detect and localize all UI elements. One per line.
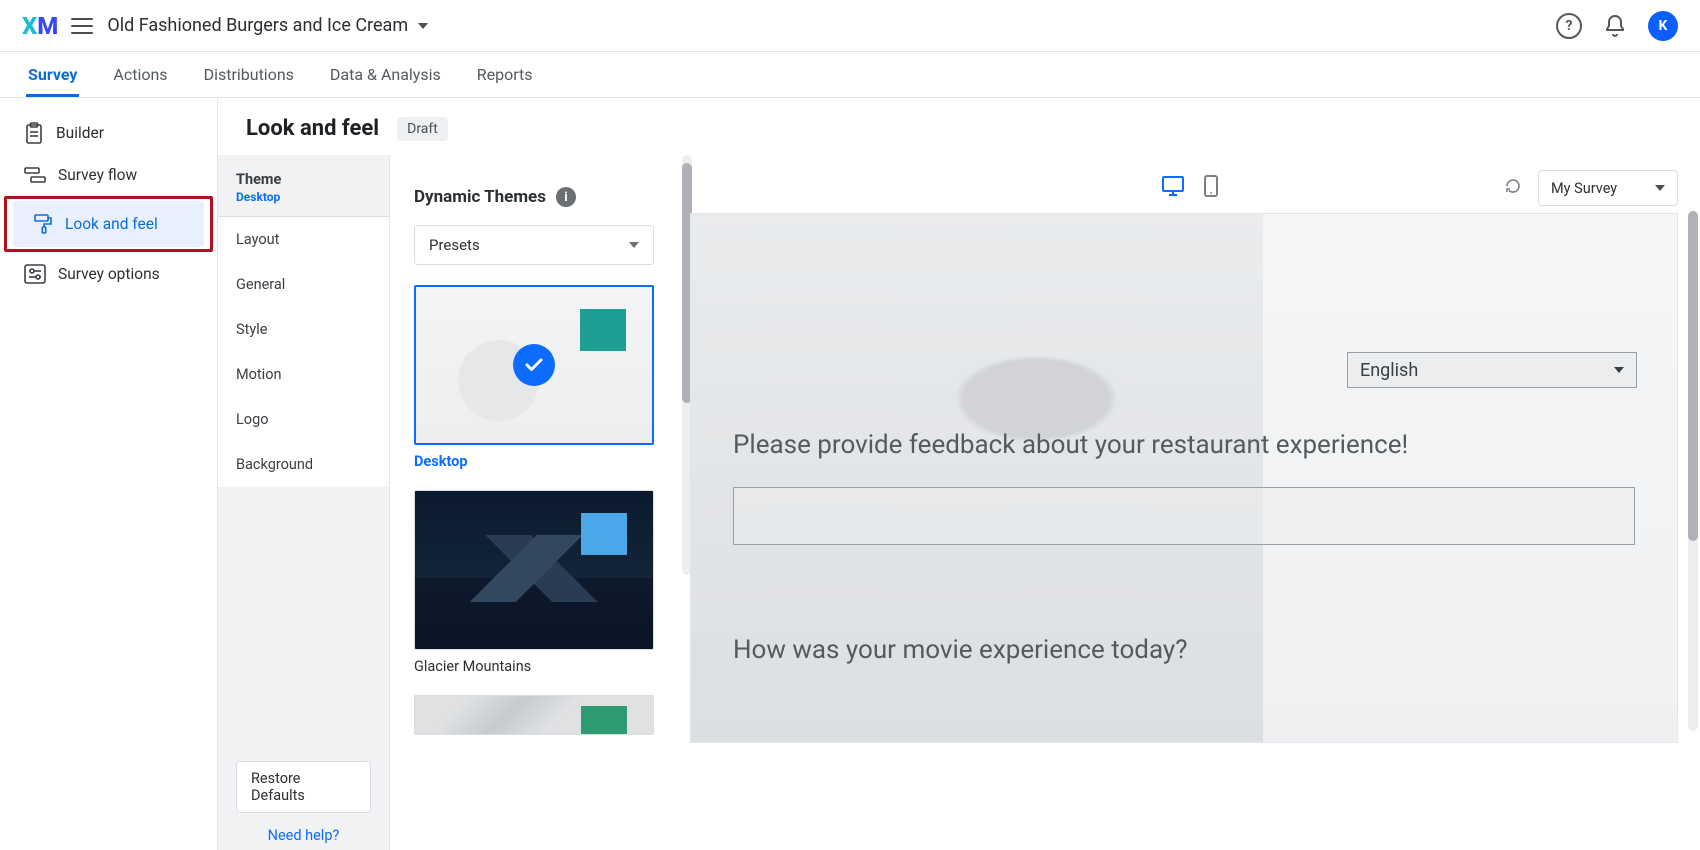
chevron-down-icon [1655,185,1665,191]
theme-label-desktop: Desktop [414,445,654,470]
user-avatar[interactable]: K [1648,11,1678,41]
theme-thumb-desktop[interactable] [414,285,654,445]
theme-card-glacier: Glacier Mountains [414,490,654,675]
survey-selector-label: My Survey [1551,180,1617,197]
refresh-icon[interactable] [1504,177,1522,199]
settings-theme-mode: Desktop [218,188,389,216]
app-header: X M Old Fashioned Burgers and Ice Cream … [0,0,1700,52]
nav-flow-label: Survey flow [58,166,137,184]
theme-thumb-bw[interactable] [414,695,654,735]
settings-background[interactable]: Background [218,442,389,487]
chevron-down-icon [629,242,639,248]
look-settings-sidebar: Theme Desktop Layout General Style Motio… [218,155,390,850]
help-icon[interactable]: ? [1556,13,1582,39]
tab-survey[interactable]: Survey [26,53,79,97]
page-title: Look and feel [246,116,379,141]
themes-section-title: Dynamic Themes [414,187,546,207]
xm-logo: X M [22,12,57,40]
nav-survey-flow[interactable]: Survey flow [6,156,211,194]
nav-options-label: Survey options [58,265,160,283]
nav-look-label: Look and feel [65,215,158,233]
chevron-down-icon [418,23,428,29]
header-action-icons: ? K [1556,11,1678,41]
themes-panel: Dynamic Themes i Presets Desktop [390,155,680,850]
swatch-icon [580,309,626,351]
nav-look-and-feel-highlight: Look and feel [4,196,213,252]
nav-survey-options[interactable]: Survey options [6,254,211,294]
preview-scrollbar[interactable] [1688,211,1698,731]
logo-letter-x: X [22,12,36,40]
survey-preview-canvas: English Please provide feedback about yo… [690,213,1678,743]
paint-roller-icon [33,213,53,235]
notifications-icon[interactable] [1604,14,1626,38]
logo-letter-m: M [37,12,57,40]
need-help-link[interactable]: Need help? [218,815,389,850]
theme-thumb-glacier[interactable] [414,490,654,650]
checkmark-icon [513,344,555,386]
tab-reports[interactable]: Reports [475,53,535,97]
theme-label-glacier: Glacier Mountains [414,650,654,675]
presets-label: Presets [429,236,480,254]
status-badge: Draft [397,117,448,141]
settings-layout[interactable]: Layout [218,217,389,262]
preview-text-input[interactable] [733,487,1635,545]
page-body: Builder Survey flow Look and feel Survey… [0,98,1700,850]
survey-left-nav: Builder Survey flow Look and feel Survey… [0,98,218,850]
device-mobile-icon[interactable] [1203,175,1219,201]
tab-distributions[interactable]: Distributions [202,53,296,97]
clipboard-icon [24,122,44,144]
flow-icon [24,166,46,184]
theme-card-desktop: Desktop [414,285,654,470]
swatch-icon [581,513,627,555]
language-dropdown[interactable]: English [1347,352,1637,388]
language-label: English [1360,360,1418,381]
nav-builder-label: Builder [56,124,104,142]
settings-motion[interactable]: Motion [218,352,389,397]
theme-card-bw [414,695,654,735]
page-title-row: Look and feel Draft [218,98,1700,155]
nav-builder[interactable]: Builder [6,112,211,154]
tab-data-analysis[interactable]: Data & Analysis [328,53,443,97]
scrollbar-thumb[interactable] [1688,211,1698,541]
preview-question-2: How was your movie experience today? [733,545,1635,665]
nav-look-and-feel[interactable]: Look and feel [13,201,204,247]
settings-general[interactable]: General [218,262,389,307]
project-name-label: Old Fashioned Burgers and Ice Cream [107,15,408,36]
sliders-icon [24,264,46,284]
restore-defaults-button[interactable]: Restore Defaults [236,761,371,813]
preview-question-1: Please provide feedback about your resta… [733,238,1437,463]
hamburger-icon[interactable] [71,18,93,34]
preview-panel: My Survey English Please provide feedbac… [680,155,1700,850]
settings-logo[interactable]: Logo [218,397,389,442]
settings-style[interactable]: Style [218,307,389,352]
device-desktop-icon[interactable] [1161,175,1185,201]
tab-actions[interactable]: Actions [111,53,169,97]
survey-selector-dropdown[interactable]: My Survey [1538,170,1678,206]
info-icon[interactable]: i [556,187,576,207]
presets-dropdown[interactable]: Presets [414,225,654,265]
project-switcher[interactable]: Old Fashioned Burgers and Ice Cream [107,15,428,36]
top-nav-tabs: Survey Actions Distributions Data & Anal… [0,52,1700,98]
preview-toolbar: My Survey [690,163,1678,213]
chevron-down-icon [1614,367,1624,373]
swatch-icon [581,706,627,735]
settings-theme-title[interactable]: Theme [218,165,389,188]
